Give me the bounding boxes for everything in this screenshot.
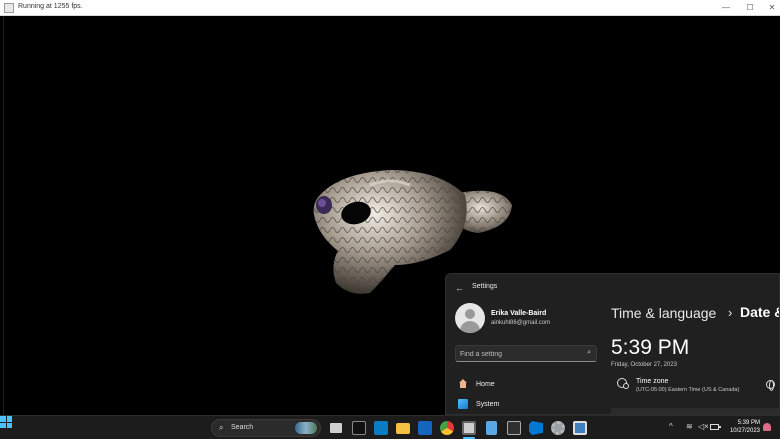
settings-app-title: Settings (472, 283, 498, 290)
windows-logo-pane (6, 416, 12, 422)
console-icon[interactable] (507, 421, 521, 435)
avatar[interactable] (455, 303, 485, 333)
chrome-icon[interactable] (440, 421, 454, 435)
settings-card[interactable] (611, 408, 779, 414)
render-app-icon[interactable] (462, 421, 476, 435)
app-icon (4, 3, 14, 13)
breadcrumb-parent[interactable]: Time & language (611, 305, 716, 321)
taskbar: ⌕ Search ^ ≋ ◁× 5:39 PM 10/27/2023 (0, 415, 780, 439)
user-email: ainkuhl86@gmail.com (491, 320, 551, 326)
system-icon (458, 399, 468, 409)
nav-item-label: System (476, 400, 500, 408)
battery-icon[interactable] (710, 424, 721, 430)
settings-gear-icon[interactable] (551, 421, 565, 435)
settings-window: ← Settings Erika Valle-Baird ainkuhl86@g… (445, 273, 780, 415)
taskbar-search[interactable]: ⌕ Search (211, 419, 321, 437)
search-highlight-image (295, 422, 317, 434)
time-zone-value: (UTC-05:00) Eastern Time (US & Canada) (636, 387, 740, 393)
user-name: Erika Valle-Baird (491, 310, 547, 317)
current-time: 5:39 PM (611, 336, 690, 359)
file-explorer-icon[interactable] (396, 423, 410, 434)
windows-logo-pane (6, 422, 12, 428)
render-window-titlebar[interactable]: Running at 1255 fps. — ☐ ✕ (0, 0, 780, 16)
start-windows-icon[interactable] (0, 416, 12, 428)
nav-item-home[interactable]: Home (458, 377, 495, 391)
store-icon[interactable] (374, 421, 388, 435)
mail-icon[interactable] (418, 421, 432, 435)
page-title: Date & (740, 304, 780, 320)
time-zone-icon (617, 378, 629, 389)
globe-icon[interactable] (766, 380, 775, 391)
windows-logo-pane (0, 416, 6, 422)
home-icon (458, 379, 468, 389)
clock-date[interactable]: 10/27/2023 (722, 428, 760, 434)
search-icon: ⌕ (219, 423, 224, 432)
remote-desktop-icon[interactable] (573, 421, 587, 435)
search-input[interactable] (460, 348, 580, 360)
search-icon: ⌕ (587, 349, 591, 356)
minimize-button[interactable]: — (720, 2, 732, 14)
time-zone-label: Time zone (636, 378, 669, 385)
task-view-icon[interactable] (330, 423, 342, 433)
breadcrumb-separator: › (728, 305, 733, 320)
speaker-muted-icon[interactable]: ◁× (698, 422, 709, 431)
wifi-icon[interactable]: ≋ (686, 422, 693, 431)
taskbar-search-label: Search (231, 424, 254, 431)
windows-logo-pane (0, 422, 6, 428)
render-window-title: Running at 1255 fps. (18, 3, 83, 10)
vscode-icon[interactable] (529, 421, 543, 435)
chevron-up-icon[interactable]: ^ (669, 422, 673, 431)
clock-time[interactable]: 5:39 PM (726, 420, 760, 426)
notepad-icon[interactable] (486, 421, 497, 435)
notification-bell-icon[interactable] (763, 423, 771, 431)
current-date: Friday, October 27, 2023 (611, 362, 677, 368)
window-edge (3, 16, 4, 415)
nav-item-system[interactable]: System (458, 397, 499, 411)
terminal-icon[interactable] (352, 421, 366, 435)
avatar-body (460, 321, 480, 333)
find-setting-search[interactable]: ⌕ (455, 345, 597, 362)
back-arrow-icon[interactable]: ← (455, 283, 464, 293)
nav-item-label: Home (476, 380, 495, 388)
avatar-head (465, 309, 475, 319)
maximize-button[interactable]: ☐ (744, 2, 756, 14)
close-button[interactable]: ✕ (766, 2, 778, 14)
